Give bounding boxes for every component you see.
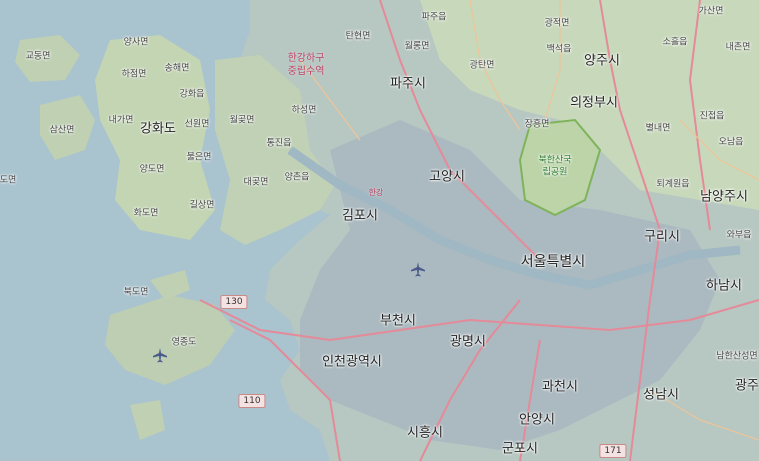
town-label-naechon[interactable]: 내촌면 xyxy=(726,43,751,53)
town-label-seonwon[interactable]: 선원면 xyxy=(185,120,210,130)
town-label-ganghwaeup[interactable]: 강화읍 xyxy=(180,90,205,100)
town-label-soheul[interactable]: 소흘읍 xyxy=(663,38,688,48)
city-label-bucheon[interactable]: 부천시 xyxy=(380,315,416,328)
city-label-guri[interactable]: 구리시 xyxy=(644,231,680,244)
town-label-tongjin[interactable]: 통진읍 xyxy=(267,139,292,149)
town-label-yeongjong[interactable]: 영종도 xyxy=(172,338,197,348)
town-label-wabu[interactable]: 와부읍 xyxy=(727,231,752,241)
town-label-gilsang[interactable]: 길상면 xyxy=(190,201,215,211)
town-label-daegot[interactable]: 대곶면 xyxy=(244,178,269,188)
water-label-hangang: 한강 xyxy=(368,188,384,197)
town-label-jinjeop[interactable]: 진접읍 xyxy=(700,112,725,122)
city-label-gimpo[interactable]: 김포시 xyxy=(342,210,378,223)
town-label-tanhyeon[interactable]: 탄현면 xyxy=(346,32,371,42)
route-shield-171: 171 xyxy=(599,444,627,458)
town-label-gasan[interactable]: 가산면 xyxy=(699,7,724,17)
town-label-naega[interactable]: 내가면 xyxy=(109,116,134,126)
city-label-gunpo[interactable]: 군포시 xyxy=(502,443,538,456)
town-label-yangchon[interactable]: 양촌읍 xyxy=(285,173,310,183)
town-label-paju-eup[interactable]: 파주읍 xyxy=(422,13,447,23)
town-label-wollong[interactable]: 월롱면 xyxy=(405,42,430,52)
town-label-byeollae[interactable]: 별내면 xyxy=(646,124,671,134)
town-label-gwangtan[interactable]: 광탄면 xyxy=(470,61,495,71)
route-shield-130: 130 xyxy=(220,295,248,309)
city-label-uijeongbu[interactable]: 의정부시 xyxy=(570,97,618,110)
city-label-anyang[interactable]: 안양시 xyxy=(519,414,555,427)
town-label-hwado[interactable]: 화도면 xyxy=(134,209,159,219)
town-label-do[interactable]: 도면 xyxy=(0,176,16,186)
city-label-gwacheon[interactable]: 과천시 xyxy=(542,381,578,394)
town-label-yangdo[interactable]: 양도면 xyxy=(140,165,165,175)
town-label-onam[interactable]: 오남읍 xyxy=(719,138,744,148)
city-label-gwangju[interactable]: 광주 xyxy=(735,380,759,393)
city-label-siheung[interactable]: 시흥시 xyxy=(407,427,443,440)
southwest-island xyxy=(130,400,165,440)
city-label-gwangmyeong[interactable]: 광명시 xyxy=(450,336,486,349)
town-label-hajeom[interactable]: 하점면 xyxy=(122,70,147,80)
water-label-estuary: 한강하구 중립수역 xyxy=(287,53,325,77)
city-label-incheon[interactable]: 인천광역시 xyxy=(322,356,382,369)
city-label-seongnam[interactable]: 성남시 xyxy=(643,389,679,402)
city-label-paju[interactable]: 파주시 xyxy=(390,78,426,91)
town-label-yangsa[interactable]: 양사면 xyxy=(124,38,149,48)
map-view[interactable]: 서울특별시 고양시 파주시 의정부시 양주시 김포시 부천시 인천광역시 광명시… xyxy=(0,0,759,461)
city-label-namyangju[interactable]: 남양주시 xyxy=(700,191,748,204)
city-label-yangju[interactable]: 양주시 xyxy=(584,55,620,68)
town-label-wolgot[interactable]: 월곶면 xyxy=(230,116,255,126)
town-label-samsan[interactable]: 삼산면 xyxy=(50,126,75,136)
town-label-gwangjeok[interactable]: 광적면 xyxy=(545,19,570,29)
bukdo-islands xyxy=(150,270,190,300)
town-label-toegyewon[interactable]: 퇴계원읍 xyxy=(656,180,689,190)
town-label-bureun[interactable]: 불은면 xyxy=(187,153,212,163)
town-label-bukdo[interactable]: 북도면 xyxy=(124,288,149,298)
airport-icon[interactable] xyxy=(410,261,426,277)
town-label-songhae[interactable]: 송해면 xyxy=(165,64,190,74)
town-label-gyodong[interactable]: 교동면 xyxy=(26,52,51,62)
city-label-ganghwa[interactable]: 강화도 xyxy=(140,123,176,136)
airport-icon[interactable] xyxy=(152,347,168,363)
town-label-namhansanseong[interactable]: 남한산성면 xyxy=(716,352,757,362)
route-shield-110: 110 xyxy=(238,394,266,408)
city-label-goyang[interactable]: 고양시 xyxy=(429,171,465,184)
city-label-seoul[interactable]: 서울특별시 xyxy=(521,255,585,269)
park-label-bukhansan[interactable]: 북한산국 립공원 xyxy=(538,155,571,178)
town-label-baekseok[interactable]: 백석읍 xyxy=(547,45,572,55)
town-label-jangheung[interactable]: 장흥면 xyxy=(525,120,550,130)
town-label-haseong[interactable]: 하성면 xyxy=(292,106,317,116)
city-label-hanam[interactable]: 하남시 xyxy=(706,280,742,293)
